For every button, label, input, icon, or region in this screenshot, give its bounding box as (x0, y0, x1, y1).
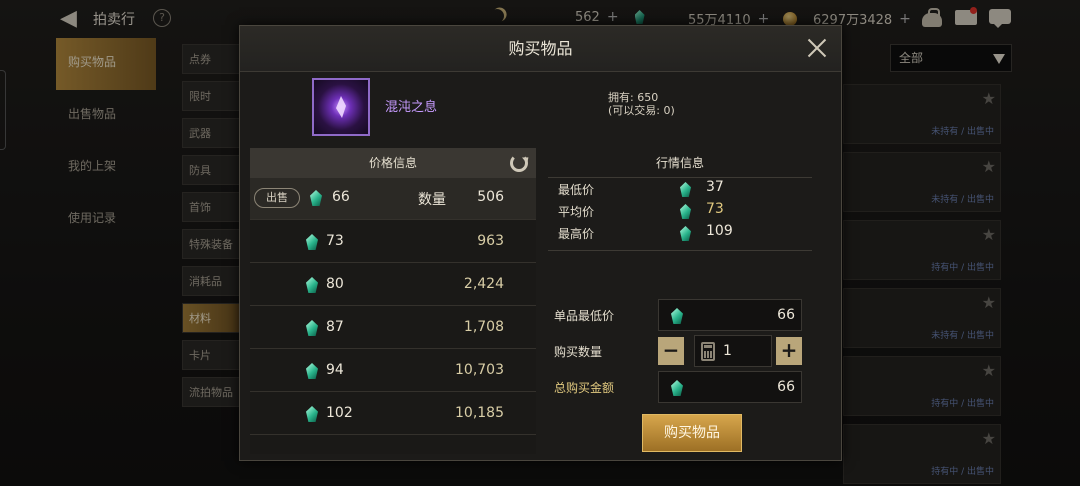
gem-icon (306, 320, 318, 336)
total-label: 总购买金额 (554, 381, 615, 395)
tradable-count: (可以交易: 0) (608, 104, 675, 117)
quantity-value: 1 (723, 343, 732, 359)
row-qty: 506 (477, 189, 504, 205)
unit-price-label: 单品最低价 (554, 309, 615, 323)
gem-icon (310, 190, 322, 206)
row-price: 80 (326, 276, 344, 292)
row-price: 66 (332, 189, 350, 205)
gem-icon (680, 182, 691, 197)
price-row[interactable]: 87 1,708 (250, 306, 536, 349)
unit-price-value: 66 (777, 307, 795, 323)
gem-icon (680, 226, 691, 241)
gem-icon (306, 277, 318, 293)
min-price-label: 最低价 (558, 183, 595, 197)
price-row-selected[interactable]: 出售 66 数量 506 (250, 178, 536, 220)
unit-price-row: 单品最低价 66 (548, 299, 812, 331)
row-qty: 10,185 (455, 405, 504, 421)
qty-label: 数量 (418, 192, 446, 208)
price-info-panel: 价格信息 出售 66 数量 506 73 963 80 2,424 87 1,7… (250, 148, 536, 454)
gem-icon (306, 406, 318, 422)
total-value: 66 (777, 379, 795, 395)
avg-price-label: 平均价 (558, 205, 595, 219)
row-price: 73 (326, 233, 344, 249)
close-icon[interactable] (805, 36, 829, 60)
max-price-label: 最高价 (558, 227, 595, 241)
buy-item-button[interactable]: 购买物品 (642, 414, 742, 452)
price-row[interactable]: 94 10,703 (250, 349, 536, 392)
market-info-title: 行情信息 (548, 148, 812, 178)
gem-icon (680, 204, 691, 219)
decrease-quantity-button[interactable]: − (658, 337, 684, 365)
item-name: 混沌之息 (385, 100, 438, 115)
min-price-row: 最低价 37 (548, 178, 812, 200)
price-row[interactable]: 102 10,185 (250, 392, 536, 435)
row-price: 94 (326, 362, 344, 378)
row-qty: 963 (477, 233, 504, 249)
max-price-value: 109 (706, 223, 733, 239)
market-info-panel: 行情信息 最低价 37 平均价 73 最高价 109 (548, 148, 812, 251)
owned-info: 拥有: 650 (可以交易: 0) (608, 91, 675, 117)
sell-tag: 出售 (254, 188, 300, 208)
gem-icon (306, 363, 318, 379)
price-row[interactable]: 80 2,424 (250, 263, 536, 306)
dialog-header: 购买物品 (240, 26, 841, 72)
gem-icon (306, 234, 318, 250)
unit-price-field: 66 (658, 299, 802, 331)
price-info-title: 价格信息 (368, 156, 417, 170)
max-price-row: 最高价 109 (548, 222, 812, 244)
min-price-value: 37 (706, 179, 724, 195)
refresh-icon[interactable] (510, 154, 528, 172)
row-qty: 10,703 (455, 362, 504, 378)
dialog-title: 购买物品 (508, 39, 573, 58)
row-price: 87 (326, 319, 344, 335)
market-divider (548, 250, 812, 251)
row-qty: 1,708 (463, 319, 504, 335)
row-qty: 2,424 (463, 276, 504, 292)
increase-quantity-button[interactable]: + (776, 337, 802, 365)
avg-price-value: 73 (706, 201, 724, 217)
owned-count: 拥有: 650 (608, 91, 659, 104)
quantity-label: 购买数量 (554, 345, 603, 359)
total-field: 66 (658, 371, 802, 403)
total-row: 总购买金额 66 (548, 371, 812, 403)
row-price: 102 (326, 405, 353, 421)
gem-icon (671, 308, 683, 324)
avg-price-row: 平均价 73 (548, 200, 812, 222)
calculator-icon[interactable] (701, 342, 715, 361)
price-row[interactable]: 73 963 (250, 220, 536, 263)
price-info-header: 价格信息 (250, 148, 536, 178)
quantity-row: 购买数量 − 1 + (548, 335, 812, 367)
auction-house-screen: ◀ 拍卖行 ? 562 + 55万4110 + 6297万3428 + 购买物品 出售… (0, 0, 1080, 486)
item-summary: 混沌之息 拥有: 650 (可以交易: 0) (240, 72, 841, 142)
gem-icon (671, 380, 683, 396)
quantity-input[interactable]: 1 (694, 335, 772, 367)
item-icon[interactable] (312, 78, 370, 136)
buy-item-dialog: 购买物品 混沌之息 拥有: 650 (可以交易: 0) 价格信息 出售 66 数… (239, 25, 842, 461)
